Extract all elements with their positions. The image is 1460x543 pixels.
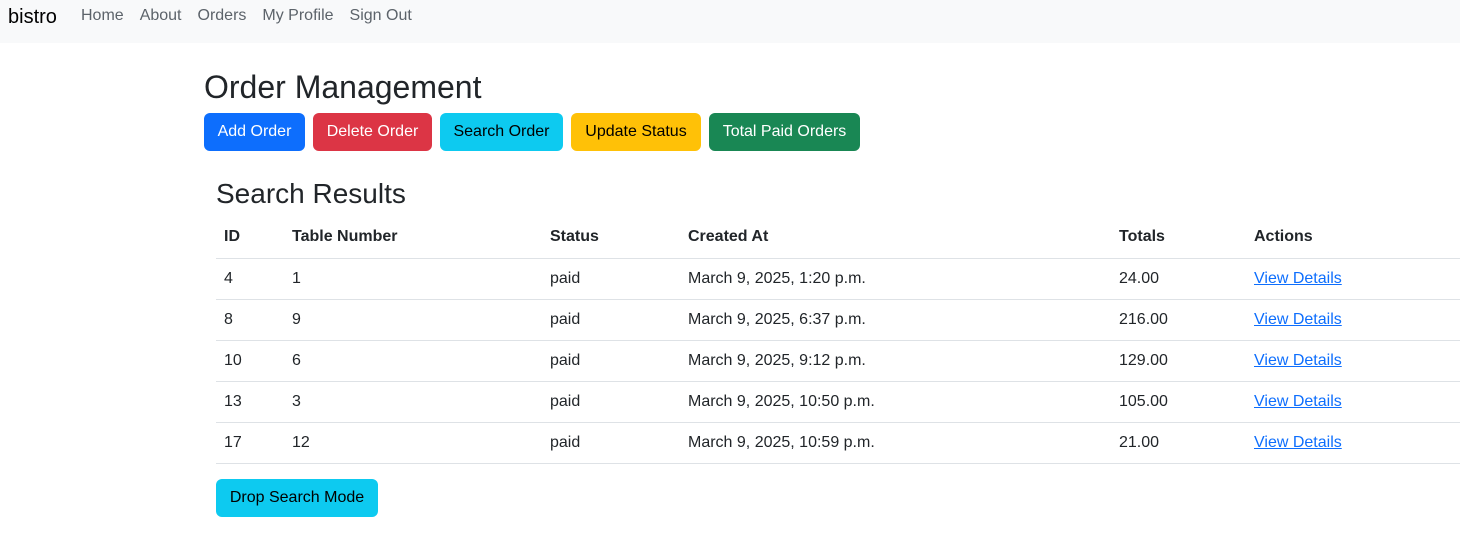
header-created-at: Created At <box>680 217 1111 259</box>
brand-link[interactable]: bistro <box>8 5 57 29</box>
cell-table-number: 3 <box>284 381 542 423</box>
navbar: bistro Home About Orders My Profile Sign… <box>0 0 1460 43</box>
cell-total: 24.00 <box>1111 258 1246 300</box>
cell-status: paid <box>542 381 680 423</box>
page-title: Order Management <box>204 69 482 105</box>
cell-id: 17 <box>216 422 284 464</box>
table-row: 10 6 paid March 9, 2025, 9:12 p.m. 129.0… <box>216 340 1460 382</box>
cell-status: paid <box>542 299 680 341</box>
table-row: 4 1 paid March 9, 2025, 1:20 p.m. 24.00 … <box>216 258 1460 300</box>
nav-link-home[interactable]: Home <box>81 6 124 26</box>
cell-table-number: 1 <box>284 258 542 300</box>
cell-created-at: March 9, 2025, 10:50 p.m. <box>680 381 1111 423</box>
search-results-table: ID Table Number Status Created At Totals… <box>216 217 1460 464</box>
search-results-title: Search Results <box>216 178 406 209</box>
cell-created-at: March 9, 2025, 1:20 p.m. <box>680 258 1111 300</box>
total-paid-orders-button[interactable]: Total Paid Orders <box>709 113 860 151</box>
cell-table-number: 12 <box>284 422 542 464</box>
cell-status: paid <box>542 422 680 464</box>
drop-search-mode-button[interactable]: Drop Search Mode <box>216 479 378 517</box>
view-details-link[interactable]: View Details <box>1254 352 1342 369</box>
cell-actions: View Details <box>1246 258 1460 300</box>
cell-table-number: 9 <box>284 299 542 341</box>
view-details-link[interactable]: View Details <box>1254 434 1342 451</box>
cell-actions: View Details <box>1246 299 1460 341</box>
cell-total: 216.00 <box>1111 299 1246 341</box>
nav-link-sign-out[interactable]: Sign Out <box>350 6 412 26</box>
header-status: Status <box>542 217 680 259</box>
header-table-number: Table Number <box>284 217 542 259</box>
cell-total: 21.00 <box>1111 422 1246 464</box>
cell-created-at: March 9, 2025, 10:59 p.m. <box>680 422 1111 464</box>
header-totals: Totals <box>1111 217 1246 259</box>
view-details-link[interactable]: View Details <box>1254 311 1342 328</box>
view-details-link[interactable]: View Details <box>1254 393 1342 410</box>
header-id: ID <box>216 217 284 259</box>
table-row: 8 9 paid March 9, 2025, 6:37 p.m. 216.00… <box>216 299 1460 341</box>
cell-id: 10 <box>216 340 284 382</box>
cell-id: 4 <box>216 258 284 300</box>
table-row: 13 3 paid March 9, 2025, 10:50 p.m. 105.… <box>216 381 1460 423</box>
view-details-link[interactable]: View Details <box>1254 270 1342 287</box>
cell-table-number: 6 <box>284 340 542 382</box>
header-actions: Actions <box>1246 217 1460 259</box>
nav-link-orders[interactable]: Orders <box>198 6 247 26</box>
table-row: 17 12 paid March 9, 2025, 10:59 p.m. 21.… <box>216 422 1460 464</box>
cell-total: 105.00 <box>1111 381 1246 423</box>
cell-id: 13 <box>216 381 284 423</box>
cell-created-at: March 9, 2025, 6:37 p.m. <box>680 299 1111 341</box>
nav-link-my-profile[interactable]: My Profile <box>262 6 333 26</box>
cell-actions: View Details <box>1246 381 1460 423</box>
update-status-button[interactable]: Update Status <box>571 113 701 151</box>
cell-status: paid <box>542 258 680 300</box>
add-order-button[interactable]: Add Order <box>204 113 305 151</box>
cell-total: 129.00 <box>1111 340 1246 382</box>
cell-status: paid <box>542 340 680 382</box>
cell-actions: View Details <box>1246 422 1460 464</box>
cell-actions: View Details <box>1246 340 1460 382</box>
delete-order-button[interactable]: Delete Order <box>313 113 432 151</box>
nav-link-about[interactable]: About <box>140 6 182 26</box>
cell-created-at: March 9, 2025, 9:12 p.m. <box>680 340 1111 382</box>
search-order-button[interactable]: Search Order <box>440 113 563 151</box>
table-header-row: ID Table Number Status Created At Totals… <box>216 217 1460 259</box>
nav-links: Home About Orders My Profile Sign Out <box>81 6 428 26</box>
cell-id: 8 <box>216 299 284 341</box>
